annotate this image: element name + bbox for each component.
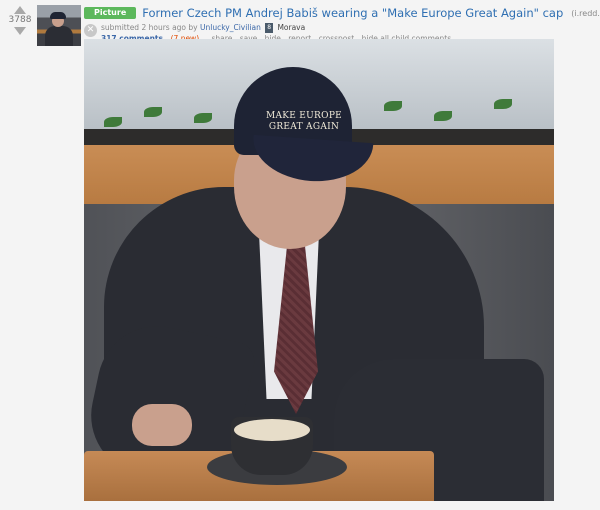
title-line: Picture Former Czech PM Andrej Babiš wea… [84, 6, 600, 20]
vote-column: 3788 [6, 4, 34, 35]
photo-plant-leaf [144, 107, 162, 117]
author-flag-badge: 8 [265, 23, 274, 33]
post-thumbnail[interactable] [37, 5, 81, 46]
thumbnail-figure [45, 26, 73, 46]
post-score: 3788 [8, 15, 32, 25]
photo-plant-leaf [434, 111, 452, 121]
post-domain-link[interactable]: (i.redd.it) [571, 9, 600, 18]
cap-text-line-2: GREAT AGAIN [268, 122, 340, 132]
post-title-link[interactable]: Former Czech PM Andrej Babiš wearing a "… [142, 6, 563, 20]
submitted-text: submitted 2 hours ago by [101, 23, 198, 32]
downvote-arrow-icon[interactable] [14, 27, 26, 35]
photo-plant-leaf [384, 101, 402, 111]
upvote-arrow-icon[interactable] [14, 6, 26, 14]
cap-text-line-1: MAKE EUROPE [265, 111, 343, 121]
author-flair: Morava [277, 23, 306, 32]
photo-hand [132, 404, 192, 446]
post-tagline: submitted 2 hours ago by Unlucky_Civilia… [101, 23, 456, 33]
post-flair: Picture [84, 7, 137, 19]
author-link[interactable]: Unlucky_Civilian [200, 23, 261, 32]
photo-cap-text: MAKE EUROPE GREAT AGAIN [260, 111, 348, 133]
close-icon[interactable]: ✕ [84, 24, 97, 37]
photo-plant-leaf [104, 117, 122, 127]
post-image[interactable]: MAKE EUROPE GREAT AGAIN [84, 39, 554, 501]
photo-plant-leaf [494, 99, 512, 109]
thumbnail-cap [50, 12, 66, 19]
photo-coffee-foam [234, 419, 310, 441]
photo-plant-leaf [194, 113, 212, 123]
